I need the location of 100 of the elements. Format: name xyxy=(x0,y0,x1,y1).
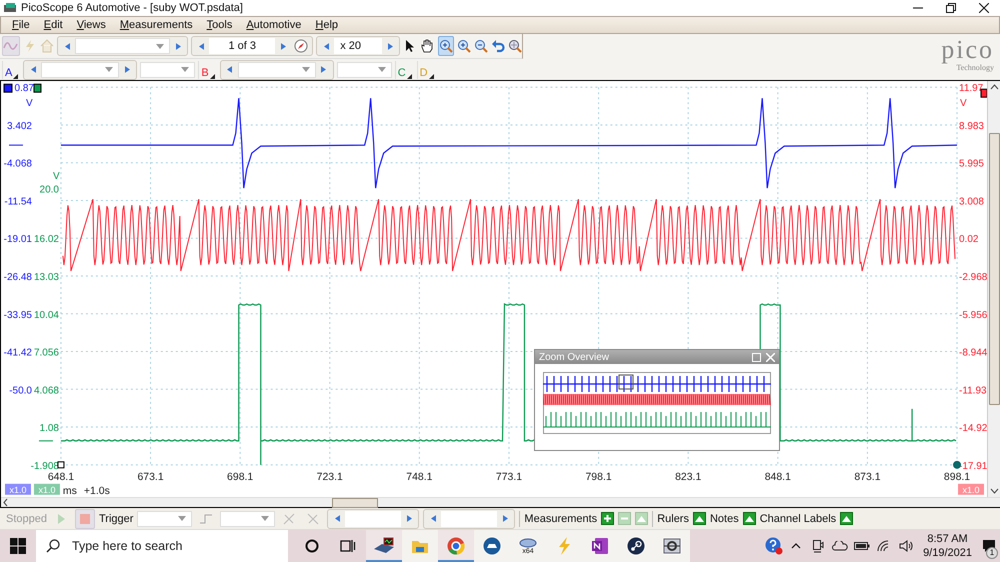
overview-waveform-drawing[interactable] xyxy=(543,372,771,434)
steam-icon xyxy=(627,537,645,555)
channel-marker xyxy=(4,84,12,93)
status-label: Stopped xyxy=(6,512,47,524)
axis-label: 723.1 xyxy=(316,472,343,483)
menu-item[interactable]: Automotive xyxy=(239,19,308,31)
wave-icon xyxy=(3,39,19,53)
caret-icon xyxy=(261,516,270,521)
search-field[interactable]: Type here to search xyxy=(70,538,284,554)
add-button[interactable] xyxy=(601,512,614,525)
spinner-control[interactable]: x 20 xyxy=(316,36,400,56)
offset-marker xyxy=(38,440,54,442)
offset-marker xyxy=(8,144,24,146)
taskbar-app[interactable] xyxy=(654,530,690,562)
axis-unit: ms xyxy=(62,486,77,497)
clock-date: 9/19/2021 xyxy=(923,546,972,560)
axis-label: -11.93 xyxy=(959,385,987,396)
caret-icon xyxy=(302,67,310,72)
taskbar-app[interactable] xyxy=(474,530,510,562)
triangle-icon xyxy=(694,514,704,523)
restore-icon[interactable] xyxy=(752,352,761,362)
stop-icon xyxy=(80,514,90,524)
car-badge-icon xyxy=(483,537,501,555)
axis-label: 7.056 xyxy=(34,348,59,359)
circle-icon xyxy=(305,539,319,553)
axis-unit: V xyxy=(26,98,33,110)
axis-label: 3.008 xyxy=(959,196,984,208)
axis-label: 873.1 xyxy=(854,472,881,483)
oscilloscope-icon xyxy=(3,2,17,14)
axis-label: 0.02 xyxy=(959,234,978,246)
folder-icon xyxy=(411,538,429,554)
search-bar[interactable]: Type here to search xyxy=(36,530,288,562)
edit-button[interactable] xyxy=(635,512,648,525)
axis-unit: V xyxy=(52,171,60,182)
undo-icon xyxy=(490,39,505,53)
cross-arrow-icon xyxy=(283,512,296,524)
zoom-out-icon xyxy=(474,39,488,53)
left-arrow-icon xyxy=(30,66,36,73)
value-field[interactable] xyxy=(345,510,402,526)
trigger-label: Trigger xyxy=(98,512,134,524)
menu-item[interactable]: Tools xyxy=(200,19,240,31)
horizontal-scrollbar[interactable] xyxy=(1,497,1000,507)
tool-button[interactable] xyxy=(438,36,454,56)
notebook-icon xyxy=(591,537,609,555)
scroll-thumb[interactable] xyxy=(988,133,1000,405)
spinner-control[interactable] xyxy=(23,60,138,80)
show-button[interactable] xyxy=(692,512,706,525)
left-arrow-icon xyxy=(227,66,232,73)
clock-time: 8:57 AM xyxy=(927,532,968,546)
restore-icon xyxy=(946,3,956,13)
dropdown[interactable] xyxy=(220,510,276,526)
zoom-field[interactable]: x 20 xyxy=(334,38,382,54)
page-field[interactable]: 1 of 3 xyxy=(209,38,276,54)
spinner-control[interactable] xyxy=(220,60,334,80)
menu-item[interactable]: Edit xyxy=(36,19,70,31)
spinner-control[interactable]: 1 of 3 xyxy=(191,36,314,56)
axis-label: 3.402 xyxy=(7,120,32,132)
value-field[interactable] xyxy=(441,510,498,526)
menu-item[interactable]: Help xyxy=(308,19,346,31)
axis-label: -4.068 xyxy=(4,158,32,170)
home-icon xyxy=(40,39,54,53)
logo-tagline: Technology xyxy=(956,63,994,72)
battery-icon xyxy=(854,541,870,551)
caret-icon xyxy=(156,44,164,48)
axis-label: 13.03 xyxy=(34,272,59,283)
dropdown[interactable] xyxy=(140,62,196,78)
zoom-in-icon xyxy=(456,39,471,53)
toolbar-label: Notes xyxy=(710,512,739,524)
task-view-icon xyxy=(340,539,356,553)
right-arrow-icon xyxy=(502,515,508,522)
axis-label: 848.1 xyxy=(764,472,791,483)
left-arrow-icon xyxy=(64,42,70,50)
close-icon[interactable] xyxy=(766,352,775,362)
axis-label: -11.54 xyxy=(4,196,32,208)
channel-letter: B xyxy=(201,66,209,78)
axis-unit: V xyxy=(960,98,967,110)
menu-item[interactable]: File xyxy=(5,19,37,31)
menu-item[interactable]: Views xyxy=(70,19,113,31)
notification-button[interactable]: 1 xyxy=(978,530,1000,562)
spinner-control[interactable] xyxy=(57,36,188,56)
left-arrow-icon xyxy=(334,515,340,522)
axis-label: 648.1 xyxy=(48,472,74,483)
dropdown[interactable] xyxy=(137,510,192,526)
channel-marker xyxy=(33,84,42,93)
vertical-scrollbar[interactable] xyxy=(987,81,1000,497)
channel-letter: C xyxy=(398,66,406,78)
start-marker xyxy=(57,461,64,468)
channel-button[interactable]: A xyxy=(2,60,20,78)
axis-label: -19.01 xyxy=(4,234,32,246)
show-button[interactable] xyxy=(742,512,756,525)
corner-caret-icon xyxy=(13,74,18,78)
scroll-thumb[interactable] xyxy=(332,498,378,508)
show-button[interactable] xyxy=(840,512,854,525)
axis-label: 11.97 xyxy=(959,83,984,94)
taskbar-app[interactable] xyxy=(366,530,402,562)
axis-label: 773.1 xyxy=(496,472,522,483)
clock[interactable]: 8:57 AM 9/19/2021 xyxy=(917,532,978,560)
right-arrow-icon xyxy=(388,42,393,50)
menu-item[interactable]: Measurements xyxy=(112,19,200,31)
dropdown[interactable] xyxy=(336,62,392,78)
